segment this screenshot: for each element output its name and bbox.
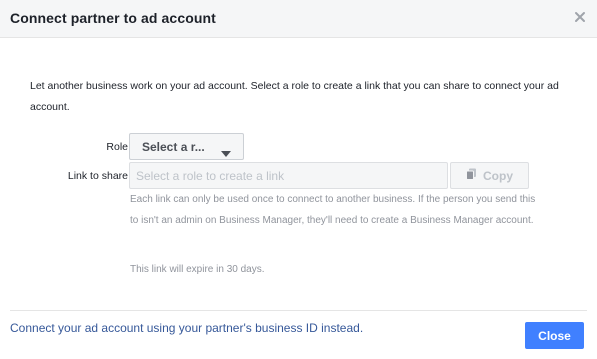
copy-icon <box>466 167 477 185</box>
intro-text: Let another business work on your ad acc… <box>30 80 559 113</box>
copy-button-label: Copy <box>483 168 513 183</box>
close-icon[interactable] <box>574 10 586 22</box>
share-link-input[interactable] <box>129 162 448 189</box>
use-business-id-link[interactable]: Connect your ad account using your partn… <box>10 321 363 335</box>
close-button[interactable]: Close <box>525 322 584 349</box>
caret-down-icon <box>221 144 231 162</box>
link-to-share-label: Link to share <box>67 170 128 182</box>
role-dropdown[interactable]: Select a r... <box>129 133 244 160</box>
dialog-header: Connect partner to ad account <box>0 0 597 38</box>
copy-button[interactable]: Copy <box>450 162 529 189</box>
connect-partner-dialog: Connect partner to ad account Let anothe… <box>0 0 597 359</box>
role-label: Role <box>106 141 128 153</box>
link-expiry-text: This link will expire in 30 days. <box>130 264 265 275</box>
link-help-text: Each link can only be used once to conne… <box>130 194 536 226</box>
role-dropdown-value: Select a r... <box>142 139 205 154</box>
footer-divider <box>10 310 587 311</box>
dialog-title: Connect partner to ad account <box>10 10 216 26</box>
